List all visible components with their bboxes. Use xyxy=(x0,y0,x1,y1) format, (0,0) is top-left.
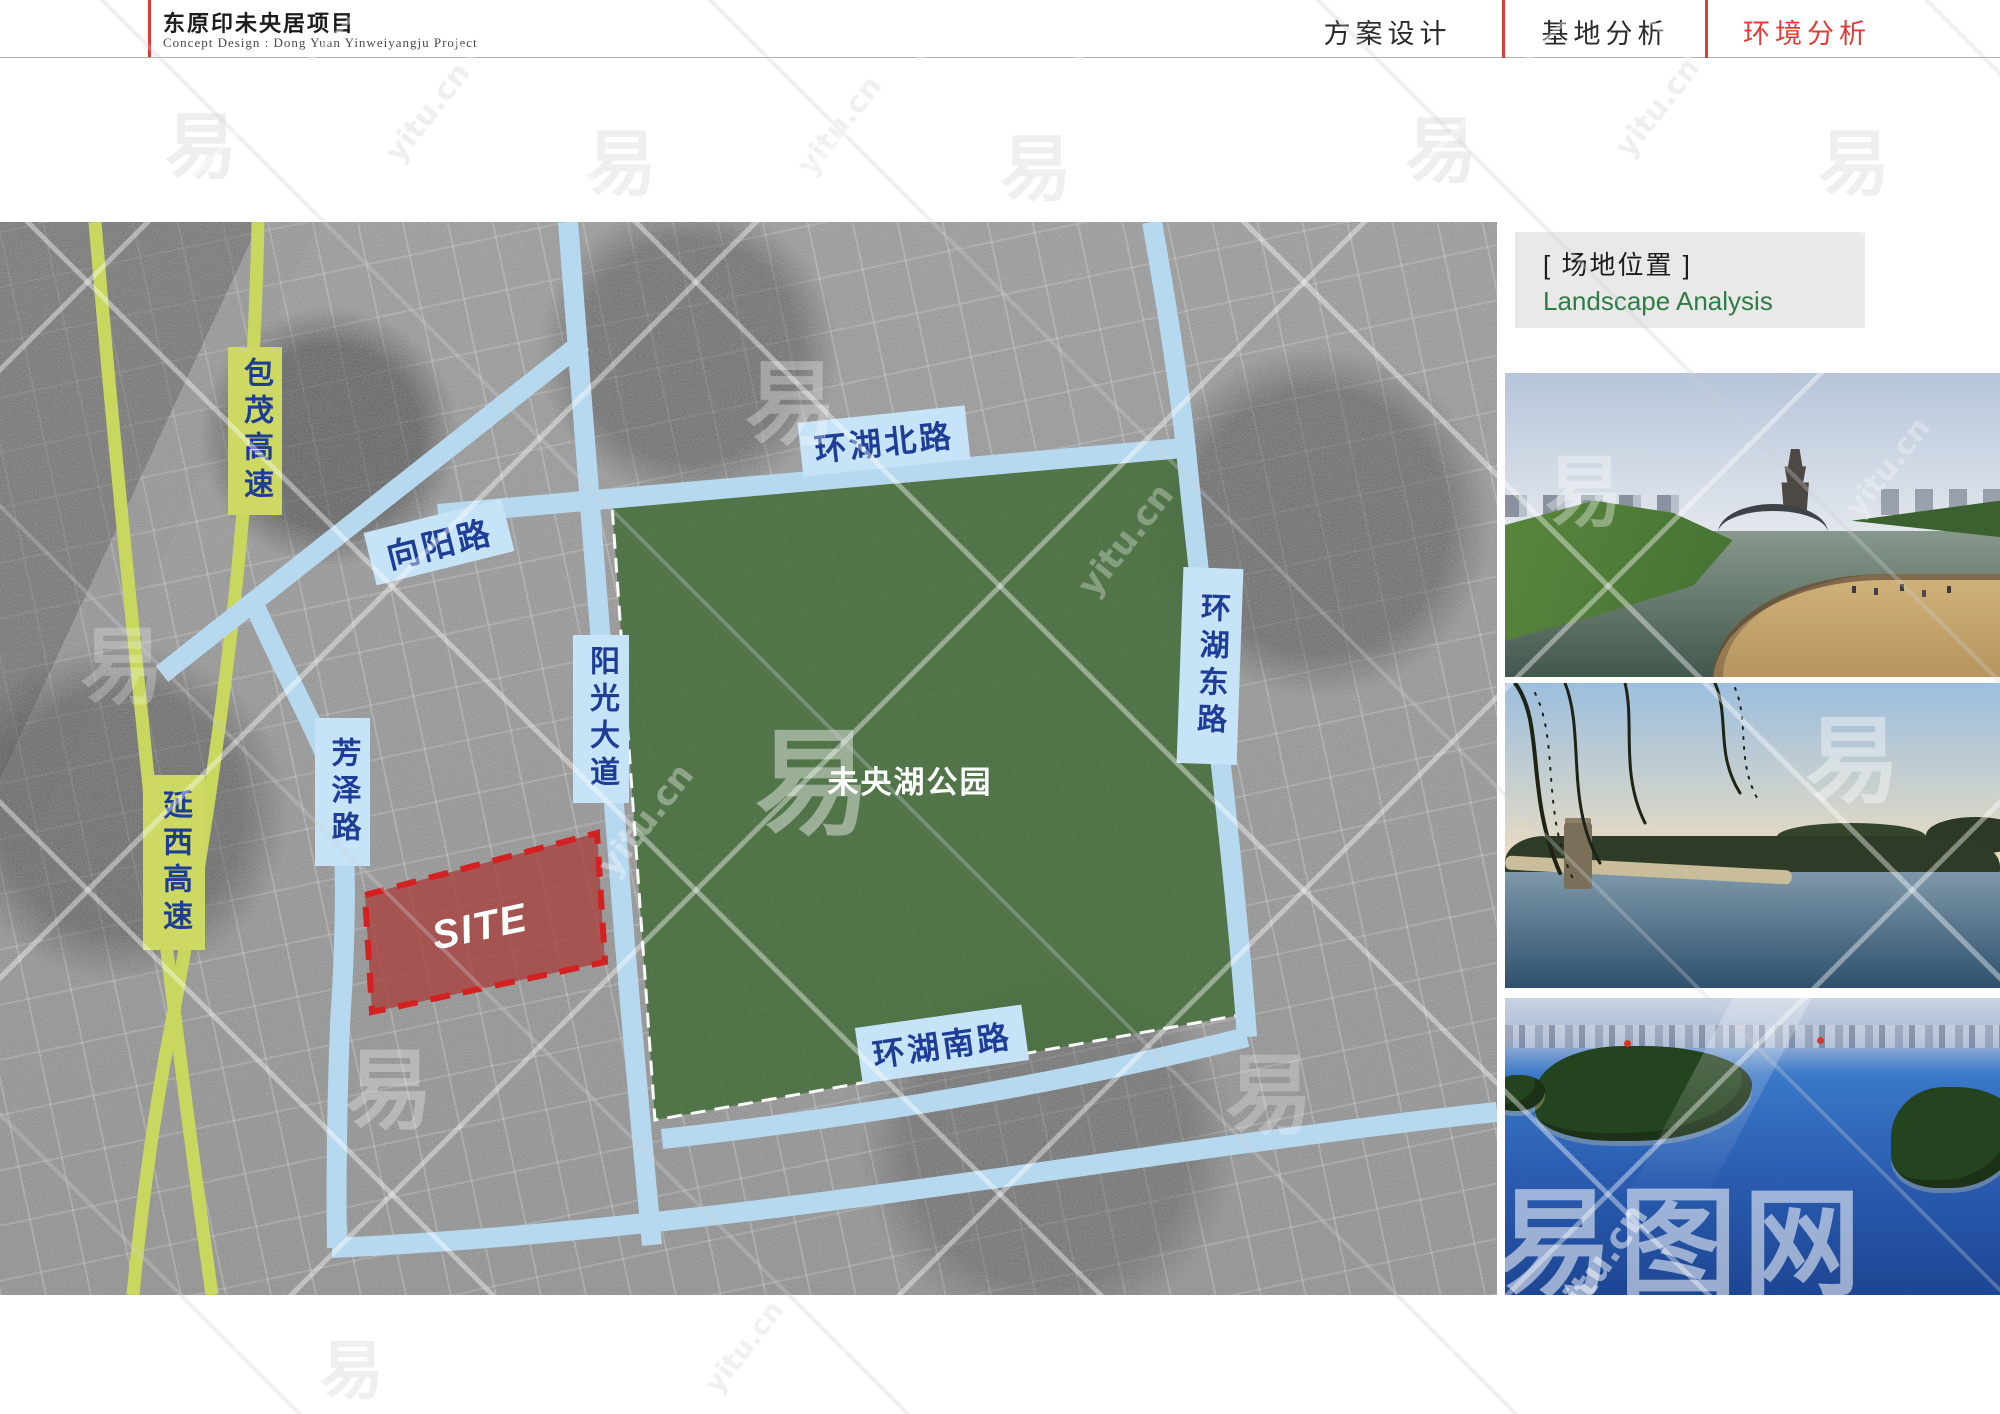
park-label: 未央湖公园 xyxy=(810,757,1010,802)
map-overlay xyxy=(0,222,1497,1295)
section-label: [ 场地位置 ] xyxy=(1543,245,1865,282)
page-subtitle: Concept Design : Dong Yuan Yinweiyangju … xyxy=(163,35,478,51)
photo2-willow-branches xyxy=(1505,683,1805,903)
watermark-glyph: 易 xyxy=(165,88,237,193)
satellite-map: 包茂高速 延西高速 向阳路 芳泽路 阳光大道 环湖北路 环湖东路 环湖南路 未央… xyxy=(0,222,1497,1295)
road-label-fangze: 芳泽路 xyxy=(315,718,370,866)
section-title: Landscape Analysis xyxy=(1543,286,1865,317)
photo1-people-dots xyxy=(1852,586,1856,593)
tab-site-analysis[interactable]: 基地分析 xyxy=(1508,14,1703,54)
highway-label-yanxi: 延西高速 xyxy=(143,775,205,950)
section-title-box: [ 场地位置 ] Landscape Analysis xyxy=(1515,232,1865,328)
photo3-island xyxy=(1891,1087,2000,1188)
slide-page: 东原印未央居项目 Concept Design : Dong Yuan Yinw… xyxy=(0,0,2000,1414)
tab-separator xyxy=(1705,0,1708,58)
highway-label-baomao: 包茂高速 xyxy=(228,347,282,515)
photo3-red-marker xyxy=(1817,1037,1824,1044)
tab-scheme-design[interactable]: 方案设计 xyxy=(1290,14,1485,54)
page-title: 东原印未央居项目 xyxy=(163,6,355,38)
watermark-url: yitu.cn xyxy=(791,69,890,182)
tab-separator xyxy=(1502,0,1505,58)
road-label-yangguang: 阳光大道 xyxy=(573,635,629,803)
watermark-url: yitu.cn xyxy=(379,56,478,169)
road-label-huanhu-east: 环湖东路 xyxy=(1177,567,1244,765)
photo-lake-willow xyxy=(1505,683,2000,988)
watermark-glyph: 易 xyxy=(1405,92,1477,197)
watermark-url: yitu.cn xyxy=(1609,51,1708,164)
tab-environment-analysis[interactable]: 环境分析 xyxy=(1712,14,1902,54)
watermark-glyph: 易 xyxy=(1000,110,1072,215)
watermark-url: yitu.cn xyxy=(698,1294,791,1400)
photo-river-promenade xyxy=(1505,373,2000,677)
photo-aerial-lake xyxy=(1505,998,2000,1295)
watermark-glyph: 易 xyxy=(585,105,657,210)
watermark-glyph: 易 xyxy=(320,1320,384,1412)
title-accent-bar xyxy=(148,0,151,58)
watermark-glyph: 易 xyxy=(1818,105,1890,210)
header-divider xyxy=(0,57,2000,58)
road-fangze xyxy=(254,604,345,1248)
photo3-red-marker xyxy=(1624,1040,1631,1047)
road-south-boundary xyxy=(332,1112,1497,1248)
